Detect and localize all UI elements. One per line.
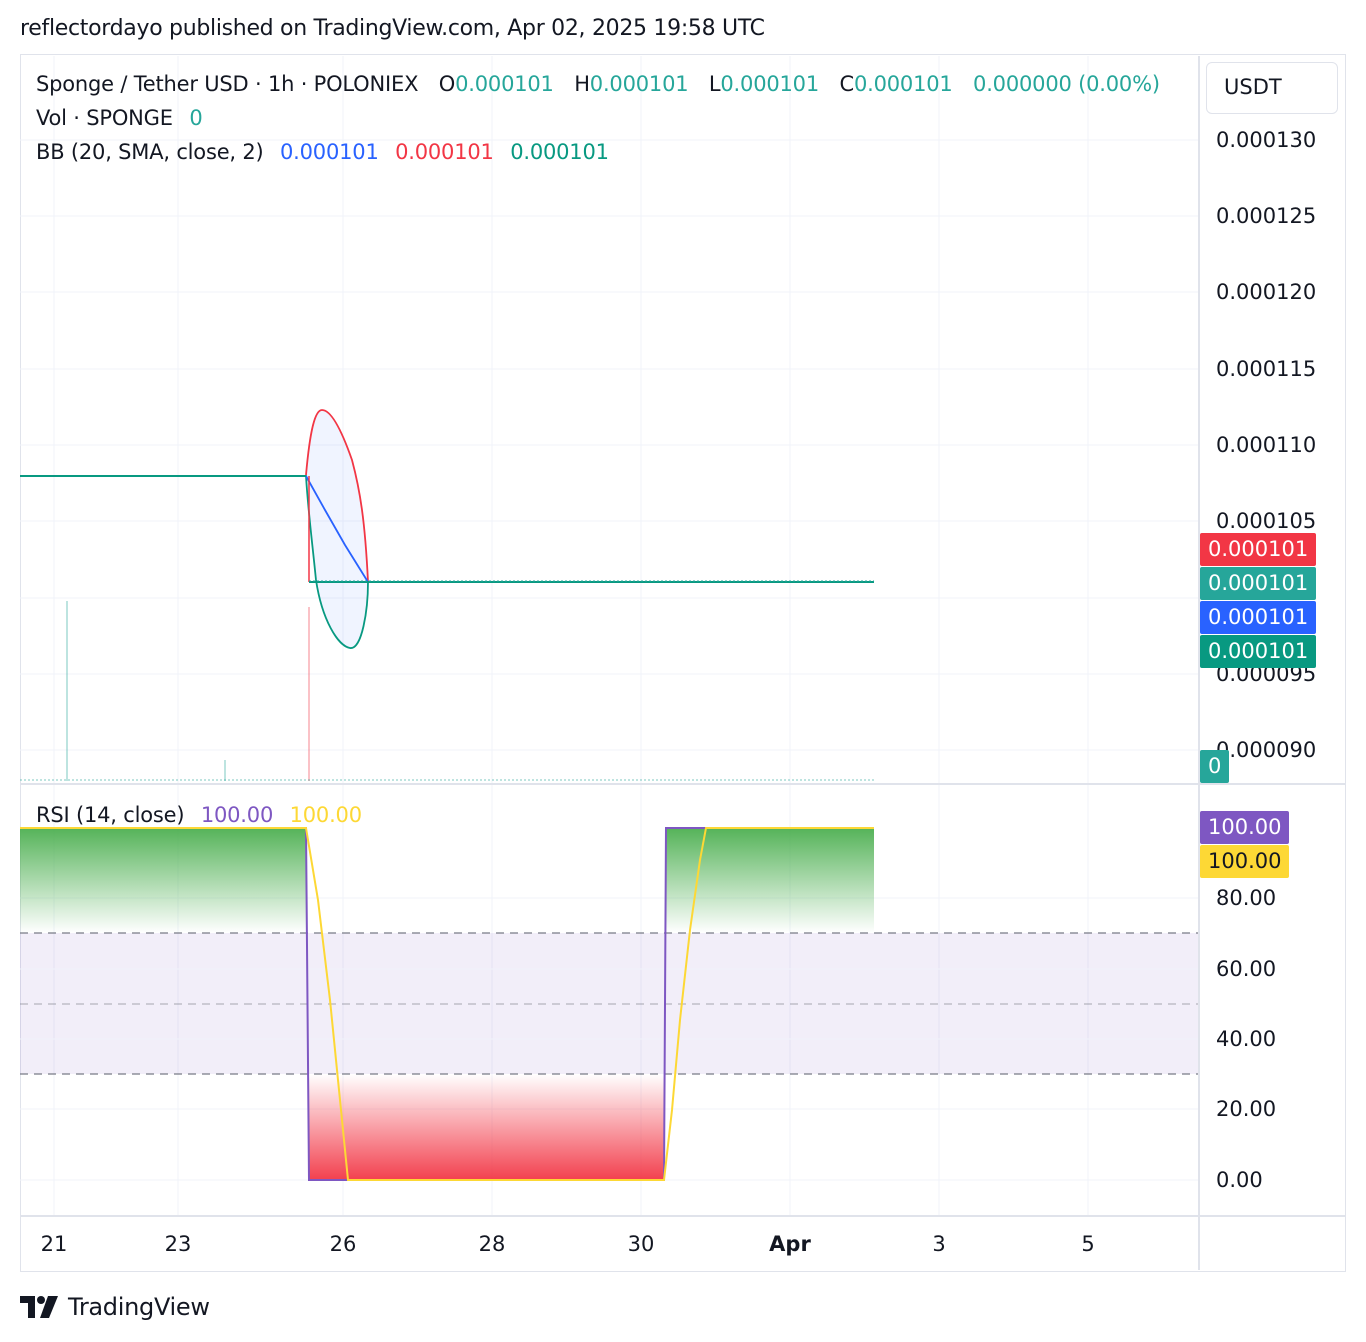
x-tick: 5 xyxy=(1081,1232,1095,1256)
ohlc-change: 0.000000 (0.00%) xyxy=(973,72,1160,96)
rsi-tag: 100.00 xyxy=(1200,811,1290,844)
rsi-ma-tag: 100.00 xyxy=(1200,845,1290,878)
tradingview-logo[interactable]: TradingView xyxy=(20,1290,210,1324)
rsi-y-tick: 20.00 xyxy=(1216,1097,1277,1121)
bb-lower-line xyxy=(20,475,874,649)
ohlc-l-value: 0.000101 xyxy=(720,72,819,96)
x-tick: Apr xyxy=(769,1232,811,1256)
rsi-y-tick: 80.00 xyxy=(1216,886,1277,910)
bb-upper-value: 0.000101 xyxy=(395,140,494,164)
bb-legend[interactable]: BB (20, SMA, close, 2) 0.000101 0.000101… xyxy=(36,140,609,164)
y-tick: 0.000110 xyxy=(1216,433,1317,457)
ohlc-l-label: L xyxy=(708,72,721,96)
volume-label[interactable]: Vol · SPONGE xyxy=(36,106,173,130)
symbol-legend[interactable]: Sponge / Tether USD · 1h · POLONIEX O0.0… xyxy=(36,72,1160,96)
y-tick: 0.000120 xyxy=(1216,280,1317,304)
price-tag-basis: 0.000101 xyxy=(1200,601,1317,634)
rsi-oversold-fill xyxy=(309,1074,664,1180)
bb-basis-value: 0.000101 xyxy=(280,140,379,164)
currency-selector[interactable]: USDT xyxy=(1206,62,1338,114)
bb-label[interactable]: BB (20, SMA, close, 2) xyxy=(36,140,264,164)
tradingview-logo-icon xyxy=(20,1296,58,1318)
symbol-line[interactable]: Sponge / Tether USD · 1h · POLONIEX xyxy=(36,72,418,96)
y-tick: 0.000125 xyxy=(1216,204,1317,228)
ohlc-o-value: 0.000101 xyxy=(455,72,554,96)
ohlc-c-label: C xyxy=(839,72,854,96)
y-tick: 0.000115 xyxy=(1216,357,1317,381)
y-tick: 0.000105 xyxy=(1216,509,1317,533)
volume-tag: 0 xyxy=(1200,750,1230,783)
currency-label: USDT xyxy=(1224,75,1282,99)
chart-canvas[interactable] xyxy=(0,0,1366,1342)
x-tick: 21 xyxy=(40,1232,68,1256)
rsi-y-tick: 60.00 xyxy=(1216,957,1277,981)
rsi-legend[interactable]: RSI (14, close) 100.00 100.00 xyxy=(36,803,362,827)
rsi-y-tick: 0.00 xyxy=(1216,1168,1263,1192)
y-tick: 0.000130 xyxy=(1216,128,1317,152)
x-tick: 28 xyxy=(478,1232,506,1256)
rsi-overbought-fill-1 xyxy=(20,828,306,933)
price-horizontal-grid xyxy=(20,139,1198,751)
ohlc-o-label: O xyxy=(438,72,456,96)
bb-lower-value: 0.000101 xyxy=(510,140,609,164)
rsi-y-tick: 40.00 xyxy=(1216,1027,1277,1051)
price-tag-upper: 0.000101 xyxy=(1200,533,1317,566)
rsi-value: 100.00 xyxy=(200,803,274,827)
x-tick: 23 xyxy=(164,1232,192,1256)
volume-bars xyxy=(20,601,874,781)
x-tick: 3 xyxy=(932,1232,946,1256)
price-tag-last: 0.000101 xyxy=(1200,567,1317,600)
volume-legend[interactable]: Vol · SPONGE 0 xyxy=(36,106,203,130)
x-tick: 30 xyxy=(627,1232,655,1256)
y-tick: 0.000090 xyxy=(1216,738,1317,762)
rsi-ma-value: 100.00 xyxy=(289,803,362,827)
bb-band-fill xyxy=(306,410,368,649)
ohlc-h-value: 0.000101 xyxy=(589,72,689,96)
x-tick: 26 xyxy=(329,1232,357,1256)
ohlc-c-value: 0.000101 xyxy=(853,72,953,96)
rsi-label[interactable]: RSI (14, close) xyxy=(36,803,185,827)
price-tag-lower: 0.000101 xyxy=(1200,635,1317,668)
tradingview-brand: TradingView xyxy=(68,1293,210,1321)
ohlc-h-label: H xyxy=(574,72,590,96)
volume-value: 0 xyxy=(189,106,203,130)
